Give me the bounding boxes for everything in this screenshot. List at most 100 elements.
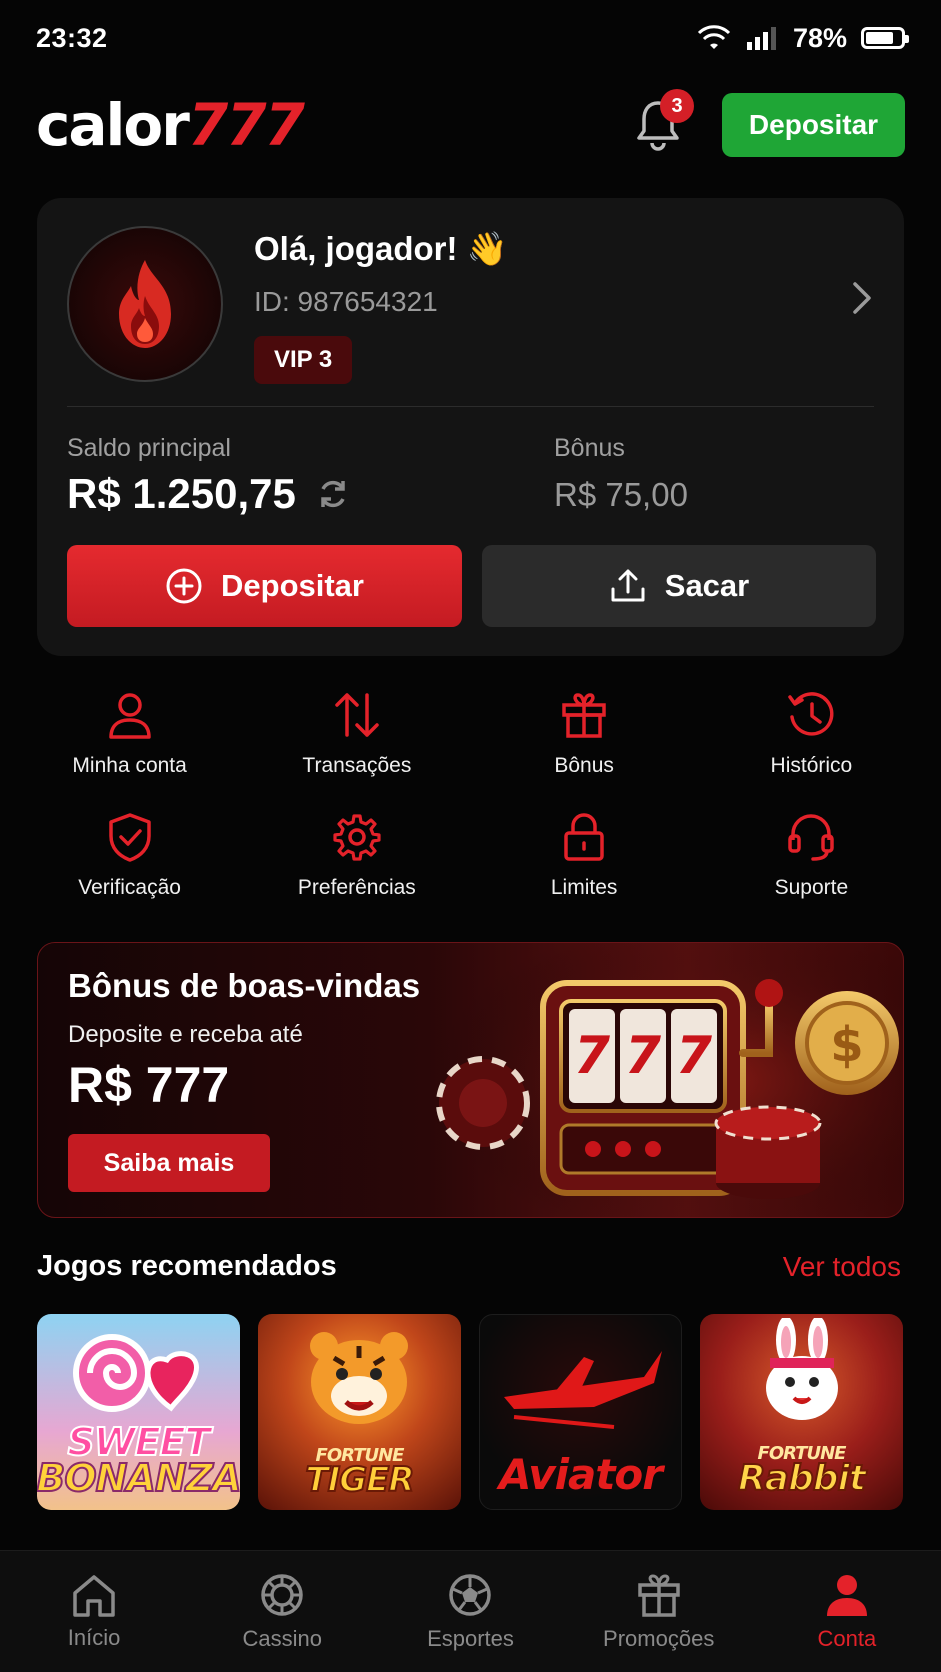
notification-badge: 3: [660, 89, 694, 123]
nav-inicio[interactable]: Início: [0, 1573, 188, 1651]
action-suporte[interactable]: Suporte: [698, 812, 925, 908]
nav-promocoes[interactable]: Promoções: [565, 1572, 753, 1652]
deposit-button[interactable]: Depositar: [67, 545, 462, 627]
deposit-button-label: Depositar: [221, 568, 364, 603]
welcome-bonus-banner[interactable]: 7 7 7 $ Bônus de boas-vindas Deposite e …: [37, 942, 904, 1218]
slot-machine-illustration: 7 7 7 $: [433, 943, 903, 1217]
greeting-text: Olá, jogador! 👋: [254, 230, 508, 267]
promo-title: Bônus de boas-vindas: [68, 967, 421, 1004]
logo-text-white: calor: [36, 91, 190, 159]
plane-illustration: [504, 1351, 662, 1429]
status-time: 23:32: [36, 22, 108, 53]
game-title-line2: TIGER: [304, 1459, 415, 1500]
chip-stack: [714, 1105, 822, 1199]
game-title: SWEET BONANZA: [37, 1422, 240, 1500]
gift-icon: [559, 690, 609, 740]
game-title: Aviator: [499, 1450, 663, 1500]
gear-icon: [332, 812, 382, 862]
lock-icon: [559, 812, 609, 862]
game-title: FORTUNE TIGER: [304, 1446, 415, 1500]
game-card-fortune-tiger[interactable]: FORTUNE TIGER: [258, 1314, 461, 1510]
plus-circle-icon: [166, 568, 202, 604]
promo-amount: R$ 777: [68, 1057, 230, 1113]
battery-icon: [861, 27, 909, 49]
profile-card: Olá, jogador! 👋 ID: 987654321 VIP 3 Sald…: [37, 198, 904, 656]
promo-learn-more-button[interactable]: Saiba mais: [68, 1134, 270, 1192]
bottom-nav: Início Cassino Esportes Promoções Conta: [0, 1550, 941, 1672]
game-card-aviator[interactable]: Aviator: [479, 1314, 682, 1510]
action-preferencias[interactable]: Preferências: [243, 812, 470, 908]
signal-icon: [746, 27, 776, 50]
action-label: Verificação: [78, 876, 181, 899]
game-title-line2: Aviator: [499, 1450, 663, 1500]
user-icon: [105, 690, 155, 740]
notifications-button[interactable]: 3: [628, 89, 694, 155]
gift-icon: [637, 1573, 680, 1617]
headset-icon: [786, 812, 836, 862]
shield-check-icon: [105, 812, 155, 862]
action-label: Minha conta: [72, 754, 187, 777]
status-icons: 78%: [697, 22, 909, 54]
game-card-sweet-bonanza[interactable]: SWEET BONANZA: [37, 1314, 240, 1510]
player-id: ID: 987654321: [254, 286, 438, 317]
games-section-title: Jogos recomendados: [37, 1250, 337, 1282]
casino-chip-icon: [261, 1573, 304, 1616]
action-bonus[interactable]: Bônus: [471, 690, 698, 786]
chevron-right-icon[interactable]: [850, 278, 874, 318]
nav-cassino[interactable]: Cassino: [188, 1572, 376, 1652]
nav-label: Esportes: [427, 1625, 514, 1651]
app-logo[interactable]: calor 777: [36, 91, 305, 159]
game-title-line2: BONANZA: [37, 1455, 240, 1500]
withdraw-button[interactable]: Sacar: [482, 545, 876, 627]
svg-text:7: 7: [676, 1026, 713, 1086]
status-bar: 23:32 78%: [0, 0, 941, 76]
main-balance-label: Saldo principal: [67, 434, 231, 462]
wifi-icon: [697, 25, 731, 49]
games-row: SWEET BONANZA FORTUNE TIGER Aviator FORT…: [37, 1314, 904, 1510]
casino-chip-left: [436, 1056, 530, 1150]
see-all-link[interactable]: Ver todos: [783, 1251, 901, 1283]
action-label: Transações: [302, 754, 412, 777]
action-label: Limites: [550, 876, 618, 899]
battery-percent: 78%: [792, 22, 847, 53]
promo-subtitle: Deposite e receba até: [68, 1021, 303, 1048]
avatar[interactable]: [67, 226, 223, 382]
vip-badge: VIP 3: [254, 336, 353, 384]
user-icon: [826, 1574, 867, 1616]
action-transacoes[interactable]: Transações: [243, 690, 470, 786]
header-deposit-button[interactable]: Depositar: [722, 93, 905, 157]
main-balance-value: R$ 1.250,75: [67, 470, 296, 517]
refresh-icon[interactable]: [316, 477, 350, 511]
bonus-value: R$ 75,00: [554, 476, 688, 513]
gold-coin: $: [795, 991, 899, 1095]
svg-text:$: $: [830, 1017, 863, 1073]
upload-icon: [611, 569, 645, 602]
bonus-label: Bônus: [554, 434, 625, 462]
svg-text:7: 7: [574, 1026, 611, 1086]
svg-text:7: 7: [625, 1026, 662, 1086]
battery-fill: [866, 32, 893, 44]
action-minha-conta[interactable]: Minha conta: [16, 690, 243, 786]
game-card-fortune-rabbit[interactable]: FORTUNE Rabbit: [700, 1314, 903, 1510]
card-divider: [67, 406, 874, 407]
action-label: Suporte: [774, 876, 849, 899]
games-section-header: Jogos recomendados Ver todos: [37, 1250, 901, 1283]
logo-text-red: 777: [187, 91, 305, 159]
game-title: FORTUNE Rabbit: [737, 1444, 867, 1499]
flame-icon: [119, 260, 171, 348]
soccer-ball-icon: [449, 1573, 492, 1616]
game-title-line2: Rabbit: [737, 1457, 867, 1499]
arrows-swap-icon: [332, 690, 382, 740]
action-historico[interactable]: Histórico: [698, 690, 925, 786]
nav-label: Promoções: [603, 1625, 715, 1651]
app-header: calor 777 3 Depositar: [36, 89, 905, 160]
action-label: Preferências: [297, 876, 416, 899]
action-limites[interactable]: Limites: [471, 812, 698, 908]
nav-esportes[interactable]: Esportes: [376, 1572, 564, 1652]
home-icon: [73, 1574, 115, 1617]
action-label: Bônus: [554, 754, 614, 777]
nav-conta[interactable]: Conta: [753, 1572, 941, 1652]
nav-label: Conta: [817, 1625, 877, 1651]
nav-label: Cassino: [242, 1625, 323, 1651]
action-verificacao[interactable]: Verificação: [16, 812, 243, 908]
